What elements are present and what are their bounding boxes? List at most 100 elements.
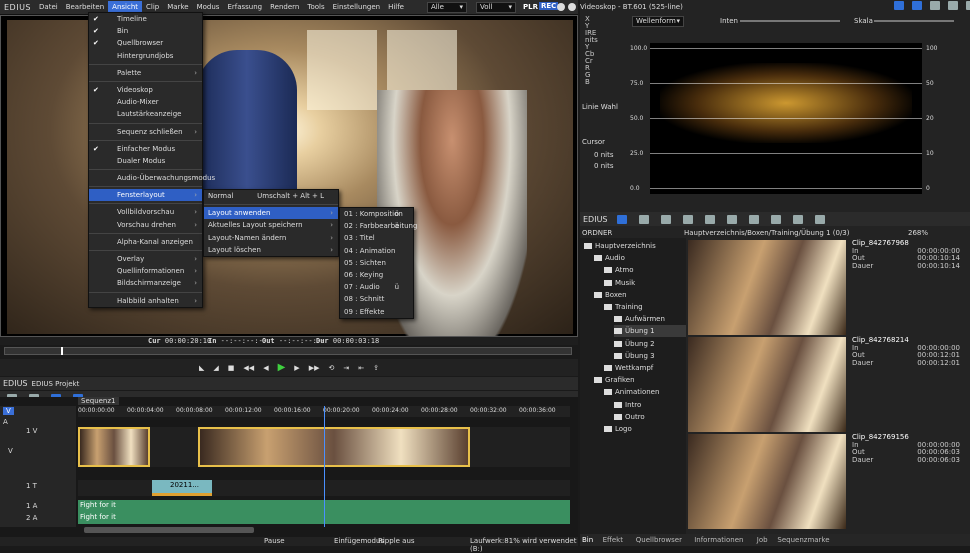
bin-tab[interactable]: Quellbrowser: [636, 536, 682, 544]
folder-icon[interactable]: [616, 214, 627, 224]
timeline-clip[interactable]: [78, 427, 150, 467]
bin-clip[interactable]: Clip_842769156 In 00:00:00:00 Out 00:00:06:0…: [688, 433, 960, 529]
bin-tab[interactable]: Sequenzmarke: [777, 536, 829, 544]
step-back-icon[interactable]: ◀: [263, 364, 268, 372]
menu-item[interactable]: Layout-Namen ändern ›: [204, 232, 338, 244]
tree-folder[interactable]: Wettkampf: [604, 362, 653, 374]
export-icon[interactable]: ⇪: [373, 364, 379, 372]
bin-tab[interactable]: Informationen: [694, 536, 743, 544]
copy-icon[interactable]: [726, 214, 737, 224]
clip-thumbnail[interactable]: [688, 337, 846, 432]
menu-item[interactable]: 04 : Animation: [340, 245, 413, 257]
settings-icon[interactable]: [557, 3, 565, 11]
menu-item[interactable]: 05 : Sichten: [340, 257, 413, 269]
cursor-value-1[interactable]: 0 nits: [594, 151, 613, 159]
menu-item[interactable]: Quellinformationen ›: [89, 265, 202, 277]
scope-mode-select[interactable]: Wellenform ▾: [632, 16, 684, 27]
menu-item[interactable]: Hintergrundjobs: [89, 50, 202, 62]
fast-forward-icon[interactable]: ▶▶: [309, 364, 320, 372]
tree-folder[interactable]: Übung 2: [614, 338, 655, 350]
filter-select[interactable]: Alle ▾: [427, 2, 467, 13]
menu-item[interactable]: Palette ›: [89, 67, 202, 79]
play-icon[interactable]: ▶: [278, 362, 286, 373]
menu-item[interactable]: Overlay ›: [89, 253, 202, 265]
menu-item[interactable]: 07 : Audio ü: [340, 281, 413, 293]
view-icon[interactable]: [814, 214, 825, 224]
plr-label[interactable]: PLR: [523, 3, 538, 11]
up-icon[interactable]: [660, 214, 671, 224]
menu-item[interactable]: Sequenz schließen ›: [89, 126, 202, 138]
playhead[interactable]: [324, 406, 325, 527]
menu-item[interactable]: 08 : Schnitt: [340, 293, 413, 305]
menu-item[interactable]: Vollbildvorschau ›: [89, 206, 202, 218]
menu-item[interactable]: Audio-Mixer: [89, 96, 202, 108]
delete-icon[interactable]: [770, 214, 781, 224]
menu-6[interactable]: Erfassung: [223, 1, 266, 13]
stop-icon[interactable]: ■: [228, 364, 235, 372]
menu-item[interactable]: Audio-Überwachungsmodus ›: [89, 172, 215, 184]
menu-7[interactable]: Rendern: [266, 1, 303, 13]
tree-folder[interactable]: Audio: [594, 252, 625, 264]
menu-10[interactable]: Hilfe: [384, 1, 408, 13]
menu-item[interactable]: Dualer Modus: [89, 155, 202, 167]
tree-folder[interactable]: Grafiken: [594, 374, 635, 386]
tree-folder[interactable]: Logo: [604, 423, 632, 435]
menu-item[interactable]: Layout löschen ›: [204, 244, 338, 256]
new-folder-icon[interactable]: [682, 214, 693, 224]
loop-icon[interactable]: ⟲: [328, 364, 334, 372]
menu-item[interactable]: ✔ Quellbrowser: [89, 37, 202, 49]
tree-folder[interactable]: Übung 1: [614, 325, 686, 338]
layout-icon[interactable]: [912, 1, 922, 10]
menu-item[interactable]: Alpha-Kanal anzeigen: [89, 236, 202, 248]
overwrite-icon[interactable]: ⇤: [358, 364, 364, 372]
cursor-value-2[interactable]: 0 nits: [594, 162, 613, 170]
bin-tab[interactable]: Job: [757, 536, 768, 544]
menu-item[interactable]: ✔ Einfacher Modus: [89, 143, 202, 155]
menu-9[interactable]: Einstellungen: [329, 1, 384, 13]
menu-item[interactable]: ✔ Bin: [89, 25, 202, 37]
menu-item[interactable]: 01 : Komposition ö: [340, 208, 413, 220]
menu-item[interactable]: Layout anwenden ›: [204, 207, 338, 220]
menu-0[interactable]: Datei: [35, 1, 62, 13]
menu-item[interactable]: Halbbild anhalten ›: [89, 295, 202, 307]
menu-item[interactable]: Bildschirmanzeige ›: [89, 277, 202, 289]
clip-thumbnail[interactable]: [688, 240, 846, 335]
zoom-level[interactable]: 268%: [908, 229, 928, 237]
tree-folder[interactable]: Boxen: [594, 289, 627, 301]
track-2a-header[interactable]: 2 A: [26, 514, 37, 522]
menu-item[interactable]: Aktuelles Layout speichern ›: [204, 219, 338, 231]
paste-icon[interactable]: [748, 214, 759, 224]
track-v-header[interactable]: V: [3, 407, 14, 415]
bin-tab[interactable]: Effekt: [603, 536, 623, 544]
menu-item[interactable]: Normal Umschalt + Alt + L: [204, 190, 338, 202]
menu-item[interactable]: Lautstärkeanzeige: [89, 108, 202, 120]
sequence-tab[interactable]: Sequenz1: [78, 397, 119, 405]
layout-icon[interactable]: [930, 1, 940, 10]
preview-scrubber[interactable]: [4, 347, 572, 355]
track-1a-header[interactable]: 1 A: [26, 502, 37, 510]
menu-item[interactable]: 09 : Effekte: [340, 306, 413, 318]
track-1t-header[interactable]: 1 T: [26, 482, 37, 490]
rec-label[interactable]: REC: [539, 2, 559, 10]
tree-folder[interactable]: Outro: [614, 411, 645, 423]
layout-icon[interactable]: [894, 1, 904, 10]
set-out-icon[interactable]: ◢: [213, 364, 218, 372]
search-icon[interactable]: [638, 214, 649, 224]
tree-folder[interactable]: Hauptverzeichnis: [584, 240, 656, 252]
track-a-header[interactable]: A: [3, 418, 8, 426]
menu-item[interactable]: ✔ Timeline: [89, 13, 202, 25]
menu-item[interactable]: 03 : Titel: [340, 232, 413, 244]
layout-icon[interactable]: [948, 1, 958, 10]
menu-item[interactable]: ✔ Videoskop: [89, 84, 202, 96]
tree-folder[interactable]: Atmo: [604, 264, 634, 276]
insert-icon[interactable]: ⇥: [343, 364, 349, 372]
close-icon[interactable]: [568, 3, 576, 11]
layout-icon[interactable]: [966, 1, 970, 10]
clip-thumbnail[interactable]: [688, 434, 846, 529]
tree-folder[interactable]: Animationen: [604, 386, 659, 398]
set-in-icon[interactable]: ◣: [199, 364, 204, 372]
timeline-clip[interactable]: [198, 427, 470, 467]
menu-8[interactable]: Tools: [303, 1, 328, 13]
skala-slider[interactable]: [874, 20, 954, 22]
bin-clip[interactable]: Clip_842767968 In 00:00:00:00 Out 00:00:10:1…: [688, 239, 960, 335]
